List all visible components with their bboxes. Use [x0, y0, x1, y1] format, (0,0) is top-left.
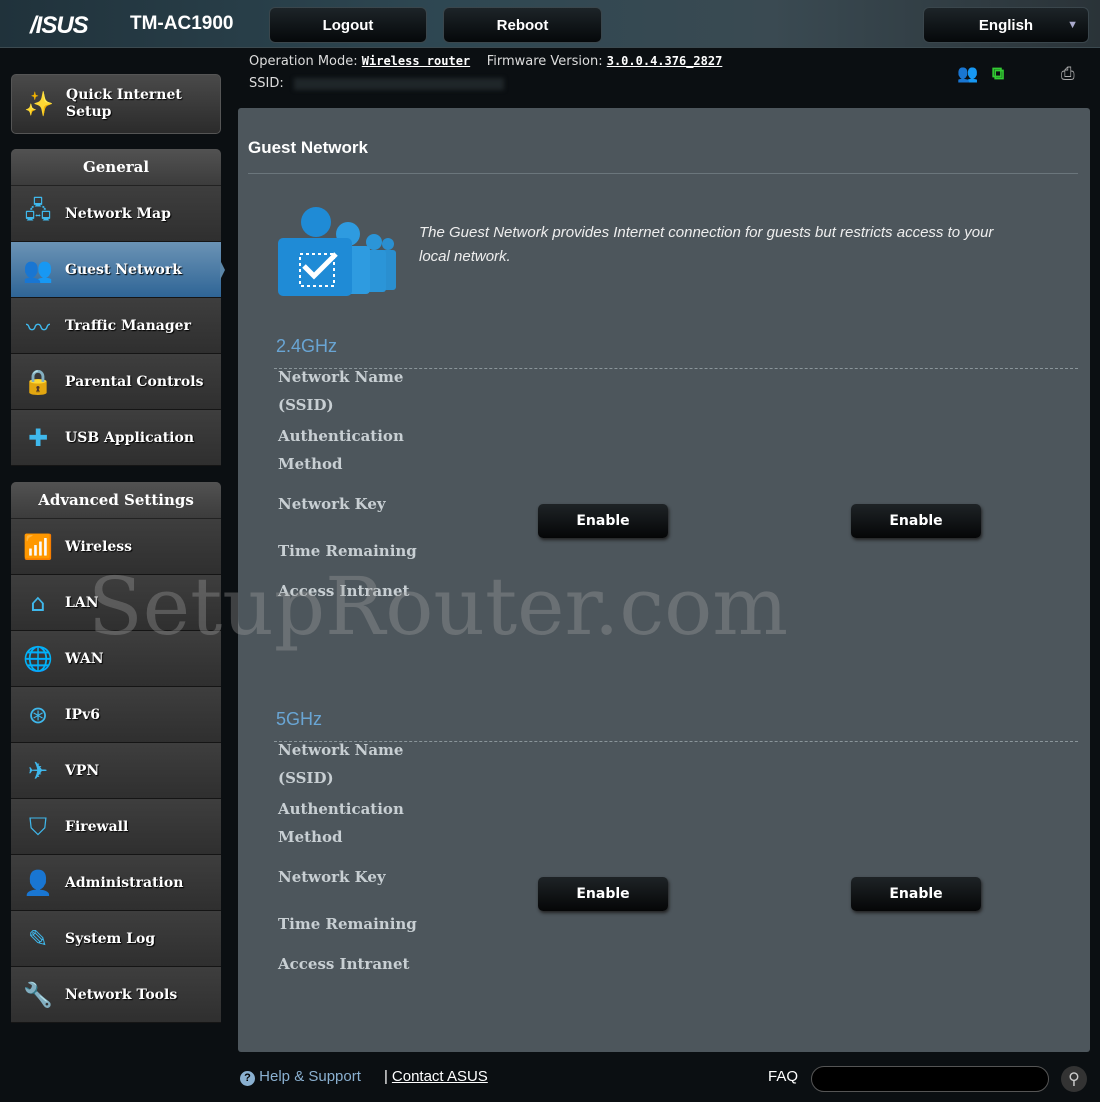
sidebar-item-label: IPv6 [65, 706, 100, 723]
field-label: Access Intranet [278, 582, 410, 600]
field-label: Network Key [278, 495, 386, 513]
sidebar-item-label: Network Tools [65, 986, 178, 1003]
field-label: Authentication Method [278, 800, 404, 846]
sidebar-item-label: LAN [65, 594, 99, 611]
sidebar-item-system-log[interactable]: ✎ System Log [11, 911, 221, 967]
vpn-icon: ✈ [27, 756, 49, 785]
field-label: Network Name (SSID) [278, 368, 404, 414]
help-support-link[interactable]: ? Help & Support [240, 1068, 361, 1086]
firmware-link[interactable]: 3.0.0.4.376_2827 [607, 54, 723, 68]
shield-icon: ⛉ [29, 812, 47, 841]
search-icon[interactable]: ⚲ [1061, 1066, 1087, 1092]
divider [248, 173, 1078, 174]
wifi-icon: 📶 [23, 532, 53, 561]
sidebar-item-label: Network Map [65, 205, 171, 222]
reboot-button[interactable]: Reboot [443, 7, 602, 43]
faq-label: FAQ [768, 1068, 799, 1085]
home-icon: ⌂ [30, 588, 46, 617]
enable-button[interactable]: Enable [851, 877, 981, 911]
operation-mode: Operation Mode: Wireless router Firmware… [249, 54, 723, 69]
usb-status-icon[interactable]: ⎙ [1061, 64, 1075, 84]
advanced-menu: Advanced Settings 📶 Wireless ⌂ LAN 🌐 WAN ⊛ IPv6… [11, 482, 221, 1023]
sidebar-item-administration[interactable]: 👤 Administration [11, 855, 221, 911]
tools-icon: 🔧 [23, 980, 53, 1009]
contact-asus-link[interactable]: Contact ASUS [392, 1068, 488, 1085]
sidebar-item-network-map[interactable]: 🖧 Network Map [11, 186, 221, 242]
sidebar-item-label: Wireless [65, 538, 133, 555]
sidebar-item-lan[interactable]: ⌂ LAN [11, 575, 221, 631]
field-label: Network Key [278, 868, 386, 886]
traffic-manager-icon: 〰 [26, 314, 50, 342]
puzzle-icon: ✚ [27, 423, 49, 452]
field-label: Network Name (SSID) [278, 741, 404, 787]
sidebar-item-usb-application[interactable]: ✚ USB Application [11, 410, 221, 466]
band-title: 5GHz [276, 709, 323, 729]
ssid-row: SSID: [249, 76, 504, 91]
sidebar-item-label: WAN [65, 650, 104, 667]
clients-icon[interactable]: 👥 [957, 64, 978, 84]
page-title: Guest Network [248, 138, 368, 157]
description: The Guest Network provides Internet conn… [419, 224, 994, 265]
ssid-value-blurred [293, 77, 504, 90]
sidebar-item-label: Guest Network [65, 261, 182, 278]
logout-button[interactable]: Logout [269, 7, 427, 43]
guest-network-icon: 👥 [23, 255, 53, 284]
model-name: TM-AC1900 [130, 13, 234, 34]
log-icon: ✎ [27, 924, 49, 953]
field-label: Access Intranet [278, 955, 410, 973]
general-header: General [11, 149, 221, 186]
field-label: Time Remaining [278, 542, 417, 560]
sidebar-item-network-tools[interactable]: 🔧 Network Tools [11, 967, 221, 1023]
sidebar-item-wireless[interactable]: 📶 Wireless [11, 519, 221, 575]
language-select[interactable]: English ▼ [923, 7, 1089, 43]
enable-button[interactable]: Enable [851, 504, 981, 538]
sidebar-item-label: System Log [65, 930, 156, 947]
help-icon: ? [240, 1071, 255, 1086]
user-icon: 👤 [23, 868, 53, 897]
top-bar: /ISUS TM-AC1900 Logout Reboot English ▼ [0, 0, 1100, 48]
sidebar-item-label: Traffic Manager [65, 317, 191, 334]
advanced-header: Advanced Settings [11, 482, 221, 519]
sidebar-item-traffic-manager[interactable]: 〰 Traffic Manager [11, 298, 221, 354]
chevron-down-icon: ▼ [1067, 19, 1078, 31]
asus-logo: /ISUS [30, 12, 89, 39]
network-status-icon[interactable]: ⧉ [992, 64, 1004, 84]
magic-wand-icon: ✨ [24, 90, 54, 118]
sidebar-item-firewall[interactable]: ⛉ Firewall [11, 799, 221, 855]
quick-internet-setup[interactable]: ✨ Quick Internet Setup [11, 74, 221, 134]
sidebar-item-wan[interactable]: 🌐 WAN [11, 631, 221, 687]
sidebar-item-label: VPN [65, 762, 100, 779]
operation-mode-link[interactable]: Wireless router [362, 54, 470, 68]
sidebar-item-label: Administration [65, 874, 184, 891]
field-label: Authentication Method [278, 427, 404, 473]
sidebar-item-label: Firewall [65, 818, 129, 835]
sidebar-item-label: USB Application [65, 429, 195, 446]
network-map-icon: 🖧 [24, 196, 52, 224]
sidebar-item-vpn[interactable]: ✈ VPN [11, 743, 221, 799]
guest-network-illustration-icon [278, 207, 396, 296]
sidebar-item-ipv6[interactable]: ⊛ IPv6 [11, 687, 221, 743]
general-menu: General 🖧 Network Map 👥 Guest Network 〰 Traff… [11, 149, 225, 466]
enable-button[interactable]: Enable [538, 504, 668, 538]
globe-icon: 🌐 [23, 644, 53, 673]
faq-search-input[interactable] [811, 1066, 1049, 1092]
sidebar-item-parental-controls[interactable]: 🔒 Parental Controls [11, 354, 221, 410]
ipv6-icon: ⊛ [27, 700, 49, 729]
band-title: 2.4GHz [276, 336, 338, 356]
enable-button[interactable]: Enable [538, 877, 668, 911]
sidebar-item-guest-network[interactable]: 👥 Guest Network [11, 242, 225, 298]
language-value: English [978, 16, 1034, 34]
main-panel: Guest Network The Guest Network provides… [238, 108, 1090, 1052]
sidebar-item-label: Parental Controls [65, 373, 204, 390]
lock-icon: 🔒 [23, 367, 53, 396]
field-label: Time Remaining [278, 915, 417, 933]
